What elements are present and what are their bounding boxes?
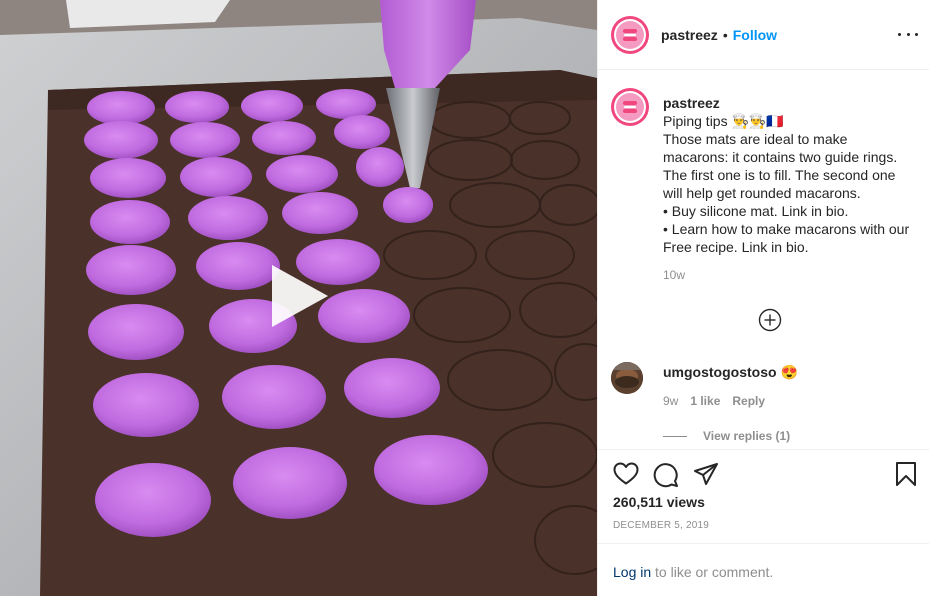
post-date: DECEMBER 5, 2019: [613, 520, 710, 531]
post-modal: pastreez • Follow pastreez Piping tips 👨…: [0, 0, 929, 596]
caption-username[interactable]: pastreez: [663, 94, 921, 112]
view-replies-label: View replies (1): [703, 429, 791, 443]
reply-button[interactable]: Reply: [732, 394, 765, 408]
caption-line: will help get rounded macarons.: [663, 185, 861, 201]
author-avatar[interactable]: [611, 15, 649, 54]
bookmark-icon[interactable]: [895, 461, 917, 487]
author-username[interactable]: pastreez: [661, 27, 718, 43]
action-bar: [598, 449, 929, 499]
more-options-icon[interactable]: [898, 25, 918, 43]
comment-likes[interactable]: 1 like: [690, 394, 720, 408]
caption-body: pastreez Piping tips 👨‍🍳👨‍🍳🇫🇷 Those mats…: [663, 94, 921, 256]
post-sidebar: pastreez • Follow pastreez Piping tips 👨…: [597, 0, 929, 596]
caption-line: Those mats are ideal to make: [663, 131, 848, 147]
comment-icon[interactable]: [653, 462, 679, 488]
play-icon[interactable]: [266, 263, 332, 329]
commenter-photo: [611, 362, 643, 394]
post-video[interactable]: [0, 0, 597, 596]
commenter-username[interactable]: umgostogostoso: [663, 364, 777, 380]
caption-avatar[interactable]: [611, 88, 649, 126]
view-replies-button[interactable]: View replies (1): [663, 429, 790, 443]
macaron-logo-icon: [623, 101, 637, 113]
commenter-avatar[interactable]: [611, 362, 643, 394]
login-link[interactable]: Log in: [613, 564, 651, 580]
caption-line: Free recipe. Link in bio.: [663, 239, 809, 255]
comment-emoji: 😍: [780, 364, 798, 380]
caption-line: macarons: it contains two guide rings.: [663, 149, 898, 165]
replies-divider: [663, 435, 687, 437]
caption-line: • Learn how to make macarons with our: [663, 221, 910, 237]
load-more-comments-icon[interactable]: [758, 308, 782, 332]
comment-timestamp[interactable]: 9w: [663, 394, 678, 408]
caption-timestamp[interactable]: 10w: [663, 268, 685, 282]
view-count[interactable]: 260,511 views: [613, 494, 705, 510]
login-prompt-text: to like or comment.: [651, 564, 774, 580]
caption-line: The first one is to fill. The second one: [663, 167, 896, 183]
follow-button[interactable]: Follow: [733, 27, 777, 43]
caption-line: Piping tips 👨‍🍳👨‍🍳🇫🇷: [663, 113, 784, 129]
macaron-logo-icon: [623, 28, 637, 41]
separator-dot: •: [722, 26, 728, 43]
login-prompt: Log in to like or comment.: [598, 543, 929, 596]
share-icon[interactable]: [693, 462, 719, 486]
post-header: pastreez • Follow: [598, 0, 929, 70]
comment-text: umgostogostoso 😍: [663, 364, 798, 381]
heart-icon[interactable]: [613, 462, 639, 486]
comment-meta: 9w 1 like Reply: [663, 394, 765, 408]
caption-line: • Buy silicone mat. Link in bio.: [663, 203, 849, 219]
